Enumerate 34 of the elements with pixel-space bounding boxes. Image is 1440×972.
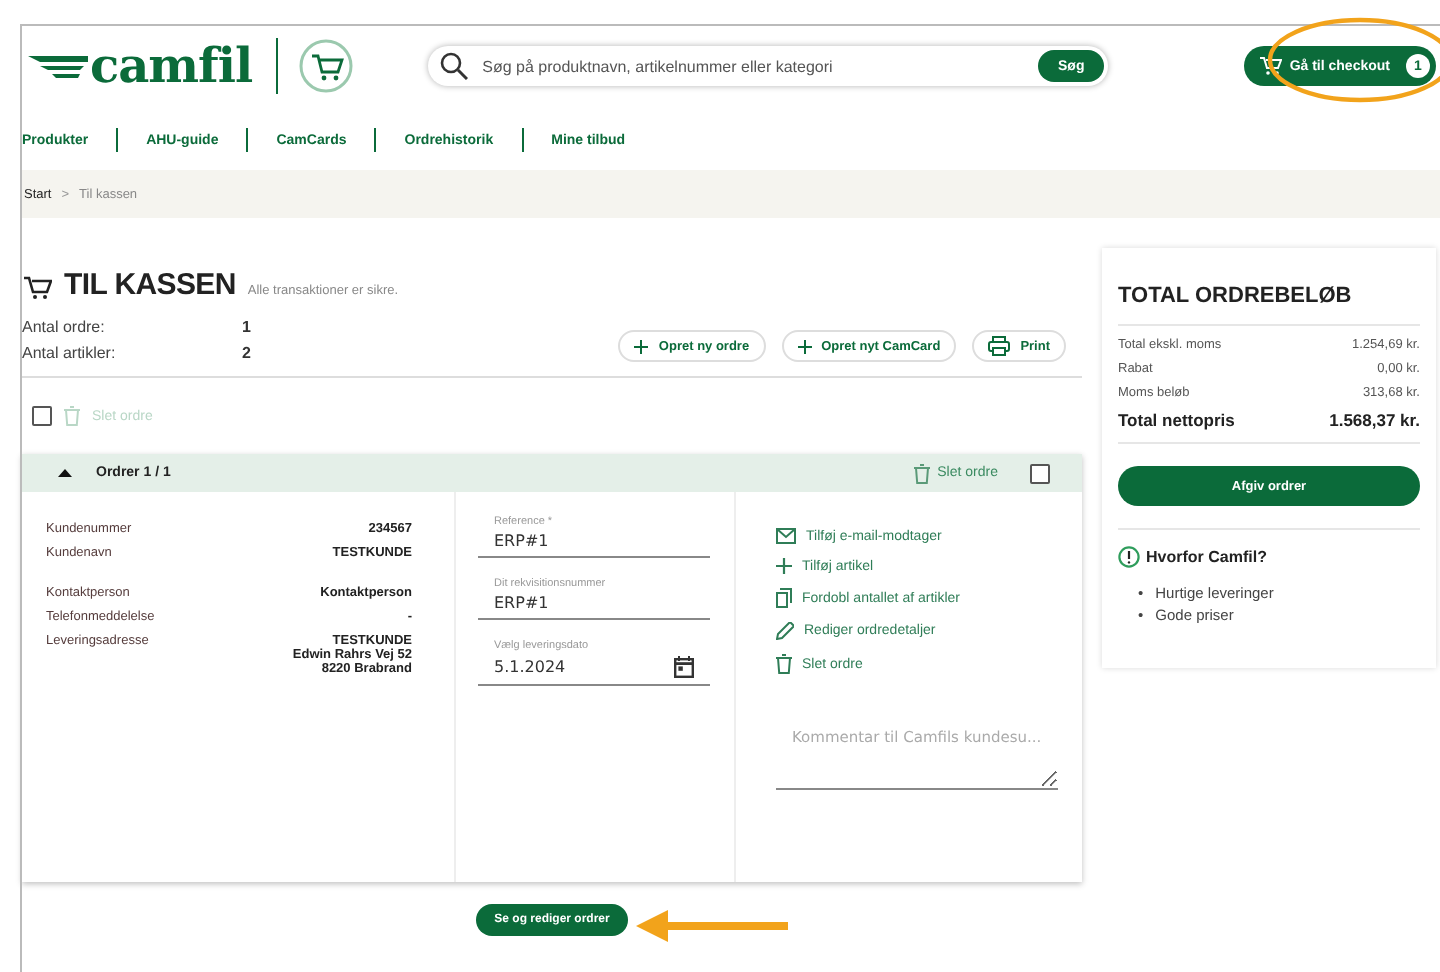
plus-icon bbox=[797, 339, 812, 353]
logo-text: camfil bbox=[90, 42, 253, 90]
caret-icon bbox=[58, 468, 72, 478]
total-label: Total nettopris bbox=[1118, 410, 1235, 430]
cart-icon bbox=[1259, 56, 1282, 76]
why-title: Hvorfor Camfil? bbox=[1146, 548, 1267, 566]
trash-icon bbox=[913, 463, 930, 483]
summary-title: TOTAL ORDREBELØB bbox=[1118, 284, 1354, 308]
page-title: TIL KASSEN bbox=[64, 270, 236, 300]
text-field[interactable]: ERP#1 bbox=[494, 594, 694, 612]
copy-icon bbox=[776, 588, 792, 608]
cart-icon[interactable] bbox=[298, 38, 355, 94]
select-all-checkbox[interactable] bbox=[32, 406, 52, 426]
plus-icon bbox=[634, 339, 649, 353]
mail-icon bbox=[776, 528, 796, 544]
calendar-icon[interactable] bbox=[674, 656, 694, 678]
trash-icon bbox=[776, 654, 792, 674]
cart-icon bbox=[24, 276, 52, 300]
pencil-icon bbox=[776, 622, 794, 640]
total-value: 1.568,37 kr. bbox=[1329, 410, 1420, 430]
printer-icon bbox=[988, 336, 1011, 356]
camfil-logo[interactable]: camfil bbox=[28, 42, 253, 90]
plus-icon bbox=[776, 558, 792, 574]
info-icon bbox=[1118, 546, 1140, 568]
wing-icon bbox=[28, 52, 88, 80]
stat-value: 1 bbox=[242, 318, 251, 336]
trash-icon bbox=[64, 406, 80, 426]
text-field[interactable]: ERP#1 bbox=[494, 532, 694, 550]
stat-label: Antal ordre: bbox=[22, 318, 107, 336]
search-icon bbox=[440, 52, 469, 80]
date-field[interactable]: 5.1.2024 bbox=[494, 658, 674, 676]
stat-label: Antal artikler: bbox=[22, 344, 118, 362]
stat-value: 2 bbox=[242, 344, 251, 362]
order-checkbox[interactable] bbox=[1030, 463, 1050, 483]
